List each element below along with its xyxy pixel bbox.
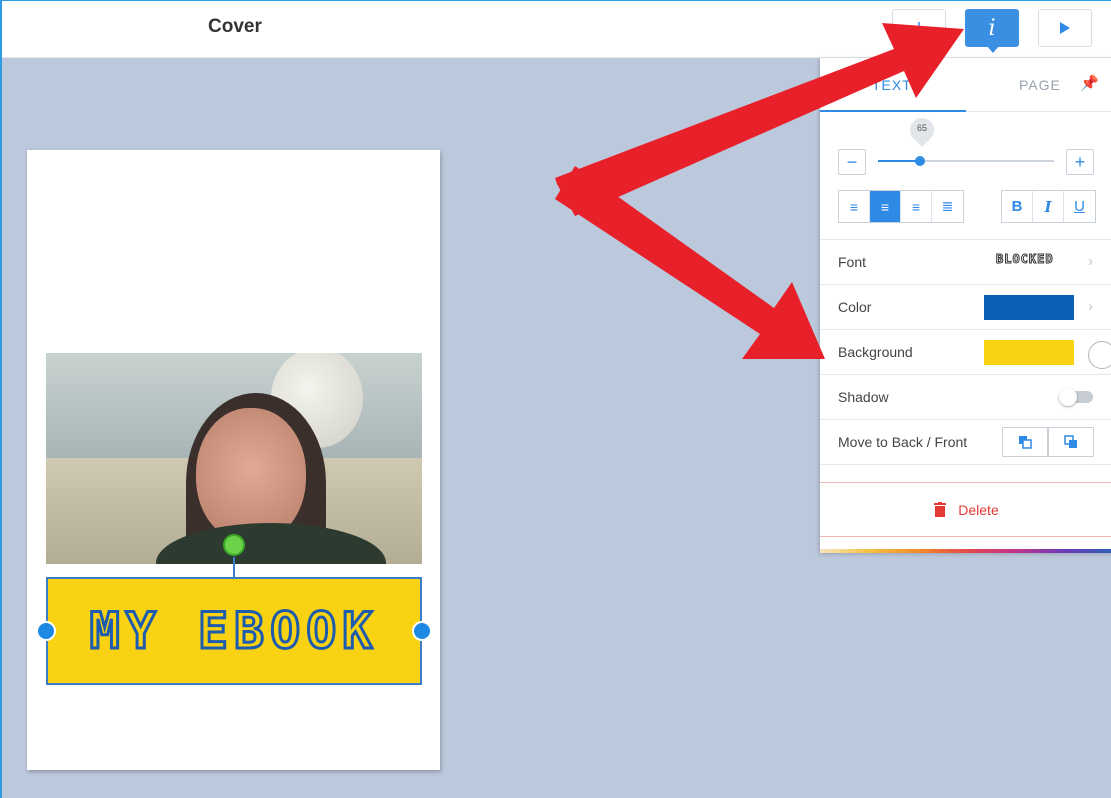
- shadow-toggle[interactable]: [1059, 388, 1093, 406]
- font-size-value: 65: [916, 123, 927, 133]
- align-justify-button[interactable]: ≣: [932, 191, 963, 222]
- panel-tabs: TEXT PAGE 📌: [820, 58, 1111, 112]
- font-row[interactable]: Font BLOCKED ›: [820, 240, 1111, 285]
- text-color-swatch[interactable]: [984, 295, 1074, 320]
- background-color-swatch[interactable]: [984, 340, 1074, 365]
- pin-icon[interactable]: 📌: [1080, 74, 1099, 92]
- align-center-icon: ≡: [880, 198, 890, 215]
- italic-button[interactable]: I: [1033, 191, 1064, 222]
- shadow-label: Shadow: [838, 389, 889, 405]
- rainbow-bar: [820, 549, 1111, 553]
- alignment-group: ≡ ≡ ≡ ≣: [838, 190, 964, 223]
- order-label: Move to Back / Front: [838, 434, 968, 450]
- add-button[interactable]: +: [892, 9, 946, 47]
- font-size-row: 65 − +: [820, 112, 1111, 182]
- preview-button[interactable]: [1038, 9, 1092, 47]
- font-label: Font: [838, 254, 867, 270]
- increase-size-button[interactable]: +: [1066, 149, 1094, 175]
- page-title: Cover: [208, 16, 262, 37]
- text-properties-panel: TEXT PAGE 📌 65 − + ≡ ≡ ≡ ≣ B I U Font BL…: [820, 58, 1111, 553]
- align-justify-icon: ≣: [941, 198, 954, 214]
- chevron-right-icon: ›: [1088, 298, 1093, 315]
- cover-photo[interactable]: [46, 353, 422, 564]
- arrow-to-background: [555, 166, 825, 359]
- bold-button[interactable]: B: [1002, 191, 1033, 222]
- slider-knob[interactable]: [915, 156, 926, 166]
- rotate-handle[interactable]: [223, 534, 245, 556]
- selected-text-box[interactable]: MY EBOOK: [46, 577, 422, 685]
- color-row[interactable]: Color ›: [820, 285, 1111, 330]
- resize-handle-left[interactable]: [36, 621, 56, 641]
- align-left-icon: ≡: [849, 198, 859, 215]
- underline-button[interactable]: U: [1064, 191, 1095, 222]
- tab-text[interactable]: TEXT: [872, 77, 912, 93]
- font-name-preview: BLOCKED: [996, 252, 1054, 267]
- send-back-button[interactable]: [1002, 427, 1048, 457]
- minus-icon: −: [846, 151, 858, 172]
- color-label: Color: [838, 299, 872, 315]
- delete-button[interactable]: Delete: [820, 482, 1111, 537]
- color-picker-circle[interactable]: [1088, 341, 1111, 369]
- tab-page[interactable]: PAGE: [1019, 77, 1061, 93]
- bring-front-button[interactable]: [1048, 427, 1094, 457]
- plus-icon: +: [1074, 151, 1086, 172]
- align-left-button[interactable]: ≡: [839, 191, 870, 222]
- font-size-slider[interactable]: [878, 156, 1054, 166]
- banner-text: MY EBOOK: [88, 601, 379, 662]
- trash-icon: [934, 502, 947, 517]
- chevron-right-icon: ›: [1088, 253, 1093, 270]
- decrease-size-button[interactable]: −: [838, 149, 866, 175]
- background-row[interactable]: Background: [820, 330, 1111, 375]
- top-bar: Cover + i: [2, 1, 1111, 58]
- format-row: ≡ ≡ ≡ ≣ B I U: [820, 182, 1111, 240]
- align-right-icon: ≡: [911, 198, 921, 215]
- align-center-button[interactable]: ≡: [870, 191, 901, 222]
- resize-handle-right[interactable]: [412, 621, 432, 641]
- info-icon: i: [988, 15, 996, 41]
- plus-icon: +: [913, 16, 925, 39]
- order-row: Move to Back / Front: [820, 420, 1111, 465]
- background-label: Background: [838, 344, 913, 360]
- shadow-row: Shadow: [820, 375, 1111, 420]
- text-style-group: B I U: [1001, 190, 1096, 223]
- send-back-icon: [1019, 436, 1032, 449]
- delete-label: Delete: [958, 501, 999, 518]
- rotation-line: [233, 557, 235, 579]
- align-right-button[interactable]: ≡: [901, 191, 932, 222]
- slider-fill: [878, 160, 921, 162]
- ebook-page-canvas[interactable]: MY EBOOK: [27, 150, 440, 770]
- info-button[interactable]: i: [965, 9, 1019, 53]
- play-icon: [1060, 22, 1070, 34]
- toggle-knob: [1059, 388, 1077, 406]
- bring-front-icon: [1064, 435, 1077, 448]
